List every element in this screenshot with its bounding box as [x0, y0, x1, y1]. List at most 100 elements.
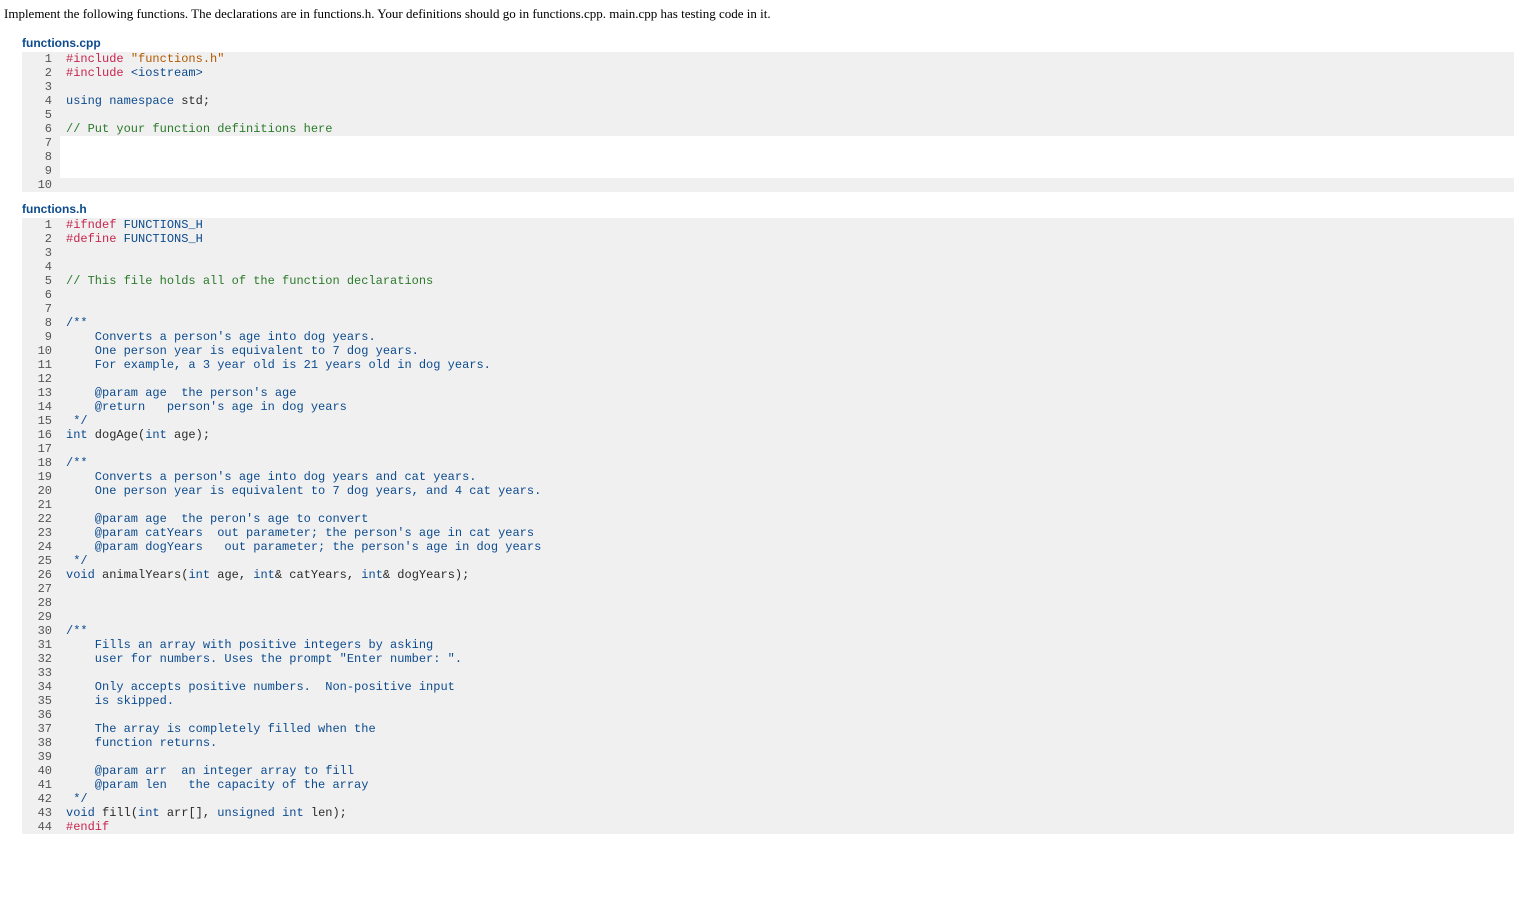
code-token: */	[66, 554, 88, 568]
code-line: 9	[22, 164, 1514, 178]
line-number: 10	[22, 344, 60, 358]
code-token: @return	[66, 400, 167, 414]
code-line: 11 For example, a 3 year old is 21 years…	[22, 358, 1514, 372]
code-token: len	[145, 778, 167, 792]
code-token	[124, 66, 131, 80]
code-token: @param	[66, 764, 145, 778]
code-token: using	[66, 94, 102, 108]
code-content: The array is completely filled when the	[60, 722, 1514, 736]
line-number: 24	[22, 540, 60, 554]
code-token: animalYears(	[95, 568, 189, 582]
code-line: 21	[22, 498, 1514, 512]
code-line: 9 Converts a person's age into dog years…	[22, 330, 1514, 344]
code-line: 19 Converts a person's age into dog year…	[22, 470, 1514, 484]
code-line: 26void animalYears(int age, int& catYear…	[22, 568, 1514, 582]
line-number: 35	[22, 694, 60, 708]
code-block: 1#include "functions.h"2#include <iostre…	[22, 52, 1514, 192]
code-token: out parameter; the person's age in cat y…	[203, 526, 534, 540]
code-content: Only accepts positive numbers. Non-posit…	[60, 680, 1514, 694]
code-line: 28	[22, 596, 1514, 610]
code-line: 34 Only accepts positive numbers. Non-po…	[22, 680, 1514, 694]
code-content: void animalYears(int age, int& catYears,…	[60, 568, 1514, 582]
code-token: /**	[66, 456, 88, 470]
code-content	[60, 666, 1514, 680]
code-content: #include <iostream>	[60, 66, 1514, 80]
code-content: /**	[60, 624, 1514, 638]
code-content[interactable]	[60, 164, 1514, 178]
line-number: 21	[22, 498, 60, 512]
code-content: function returns.	[60, 736, 1514, 750]
line-number: 6	[22, 122, 60, 136]
line-number: 20	[22, 484, 60, 498]
code-token: the capacity of the array	[167, 778, 369, 792]
code-token: user for numbers. Uses the prompt "Enter…	[66, 652, 462, 666]
code-token	[116, 232, 123, 246]
line-number: 8	[22, 316, 60, 330]
code-token: @param	[66, 526, 145, 540]
code-content	[60, 246, 1514, 260]
code-content	[60, 610, 1514, 624]
code-content[interactable]	[60, 136, 1514, 150]
code-token: FUNCTIONS_H	[124, 218, 203, 232]
code-line: 17	[22, 442, 1514, 456]
line-number: 1	[22, 218, 60, 232]
code-token: age	[145, 512, 167, 526]
code-token: age	[145, 386, 167, 400]
code-token: the peron's age to convert	[167, 512, 369, 526]
code-token	[275, 806, 282, 820]
code-content[interactable]	[60, 150, 1514, 164]
code-token: fill(	[95, 806, 138, 820]
code-token: @param	[66, 778, 145, 792]
code-content: is skipped.	[60, 694, 1514, 708]
code-token: @param	[66, 540, 145, 554]
code-token: & catYears,	[275, 568, 361, 582]
code-line: 5// This file holds all of the function …	[22, 274, 1514, 288]
code-line: 5	[22, 108, 1514, 122]
line-number: 26	[22, 568, 60, 582]
line-number: 2	[22, 232, 60, 246]
line-number: 8	[22, 150, 60, 164]
code-content	[60, 582, 1514, 596]
code-token: dogYears	[145, 540, 203, 554]
code-line: 7	[22, 302, 1514, 316]
file-label: functions.cpp	[0, 32, 1536, 52]
code-token: out parameter; the person's age in dog y…	[203, 540, 541, 554]
code-line: 2#include <iostream>	[22, 66, 1514, 80]
code-content: */	[60, 554, 1514, 568]
code-line: 24 @param dogYears out parameter; the pe…	[22, 540, 1514, 554]
line-number: 31	[22, 638, 60, 652]
code-block: 1 #ifndef FUNCTIONS_H 2#define FUNCTIONS_H…	[22, 218, 1514, 834]
code-token: One person year is equivalent to 7 dog y…	[66, 484, 541, 498]
code-token: For example, a 3 year old is 21 years ol…	[66, 358, 491, 372]
code-token: age);	[167, 428, 210, 442]
code-token: dogAge(	[88, 428, 146, 442]
code-token: /**	[66, 624, 88, 638]
code-content	[60, 442, 1514, 456]
code-line: 8	[22, 150, 1514, 164]
line-number: 44	[22, 820, 60, 834]
line-number: 10	[22, 178, 60, 192]
code-content	[60, 260, 1514, 274]
line-number: 17	[22, 442, 60, 456]
code-line: 25 */	[22, 554, 1514, 568]
code-token: One person year is equivalent to 7 dog y…	[66, 344, 419, 358]
code-line: 31 Fills an array with positive integers…	[22, 638, 1514, 652]
code-token: void	[66, 806, 95, 820]
line-number: 12	[22, 372, 60, 386]
line-number: 14	[22, 400, 60, 414]
code-token: void	[66, 568, 95, 582]
code-content: #define FUNCTIONS_H	[60, 232, 1514, 246]
code-line: 10	[22, 178, 1514, 192]
code-line: 15 */	[22, 414, 1514, 428]
code-content	[60, 302, 1514, 316]
code-token: */	[66, 414, 88, 428]
code-line: 23 @param catYears out parameter; the pe…	[22, 526, 1514, 540]
code-token: std;	[174, 94, 210, 108]
code-token: #ifndef	[66, 218, 116, 232]
code-line: 40 @param arr an integer array to fill	[22, 764, 1514, 778]
code-line: 10 One person year is equivalent to 7 do…	[22, 344, 1514, 358]
code-content: #endif	[60, 820, 1514, 834]
code-token: /**	[66, 316, 88, 330]
code-token: len);	[304, 806, 347, 820]
line-number: 28	[22, 596, 60, 610]
